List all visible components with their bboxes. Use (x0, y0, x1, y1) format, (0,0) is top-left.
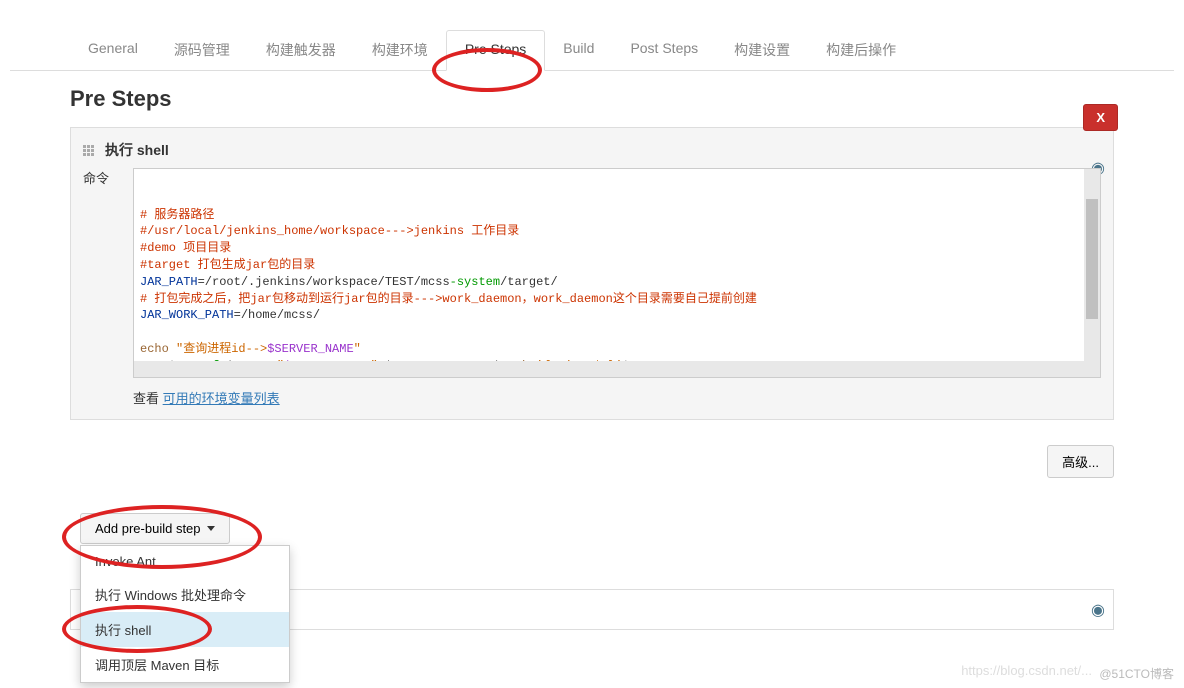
tab-pre-steps[interactable]: Pre Steps (446, 30, 545, 71)
tab-构建设置[interactable]: 构建设置 (716, 30, 808, 70)
dropdown-item[interactable]: Invoke Ant (81, 546, 289, 577)
tab-构建环境[interactable]: 构建环境 (354, 30, 446, 70)
config-tabs: General源码管理构建触发器构建环境Pre StepsBuildPost S… (10, 30, 1174, 71)
horizontal-scrollbar[interactable] (134, 361, 1100, 377)
dropdown-item[interactable]: 调用顶层 Maven 目标 (81, 647, 289, 682)
dropdown-item[interactable]: 执行 Windows 批处理命令 (81, 577, 289, 612)
shell-step-block: X ◉ 执行 shell 命令 # 服务器路径#/usr/local/jenki… (70, 127, 1114, 420)
tab-源码管理[interactable]: 源码管理 (156, 30, 248, 70)
env-vars-link[interactable]: 可用的环境变量列表 (163, 391, 280, 406)
tab-构建触发器[interactable]: 构建触发器 (248, 30, 354, 70)
chevron-down-icon (207, 526, 215, 531)
add-pre-build-step-button[interactable]: Add pre-build step (80, 513, 230, 544)
drag-handle-icon[interactable] (83, 143, 97, 157)
tab-general[interactable]: General (70, 30, 156, 70)
dropdown-item[interactable]: 执行 shell (81, 612, 289, 647)
help-icon[interactable]: ◉ (1091, 600, 1105, 620)
command-label: 命令 (83, 168, 123, 378)
add-step-dropdown: Invoke Ant执行 Windows 批处理命令执行 shell调用顶层 M… (80, 545, 290, 683)
watermark-csdn: https://blog.csdn.net/... (961, 663, 1092, 678)
page-title: Pre Steps (70, 86, 1174, 112)
tab-build[interactable]: Build (545, 30, 612, 70)
shell-command-textarea[interactable]: # 服务器路径#/usr/local/jenkins_home/workspac… (133, 168, 1101, 378)
advanced-button[interactable]: 高级... (1047, 445, 1114, 478)
tab-构建后操作[interactable]: 构建后操作 (808, 30, 914, 70)
tab-post-steps[interactable]: Post Steps (612, 30, 716, 70)
watermark: @51CTO博客 (1099, 665, 1174, 682)
delete-step-button[interactable]: X (1083, 104, 1118, 131)
block-title: 执行 shell (105, 140, 169, 160)
see-label: 查看 (133, 391, 159, 406)
add-step-label: Add pre-build step (95, 521, 201, 536)
vertical-scrollbar[interactable] (1084, 169, 1100, 361)
